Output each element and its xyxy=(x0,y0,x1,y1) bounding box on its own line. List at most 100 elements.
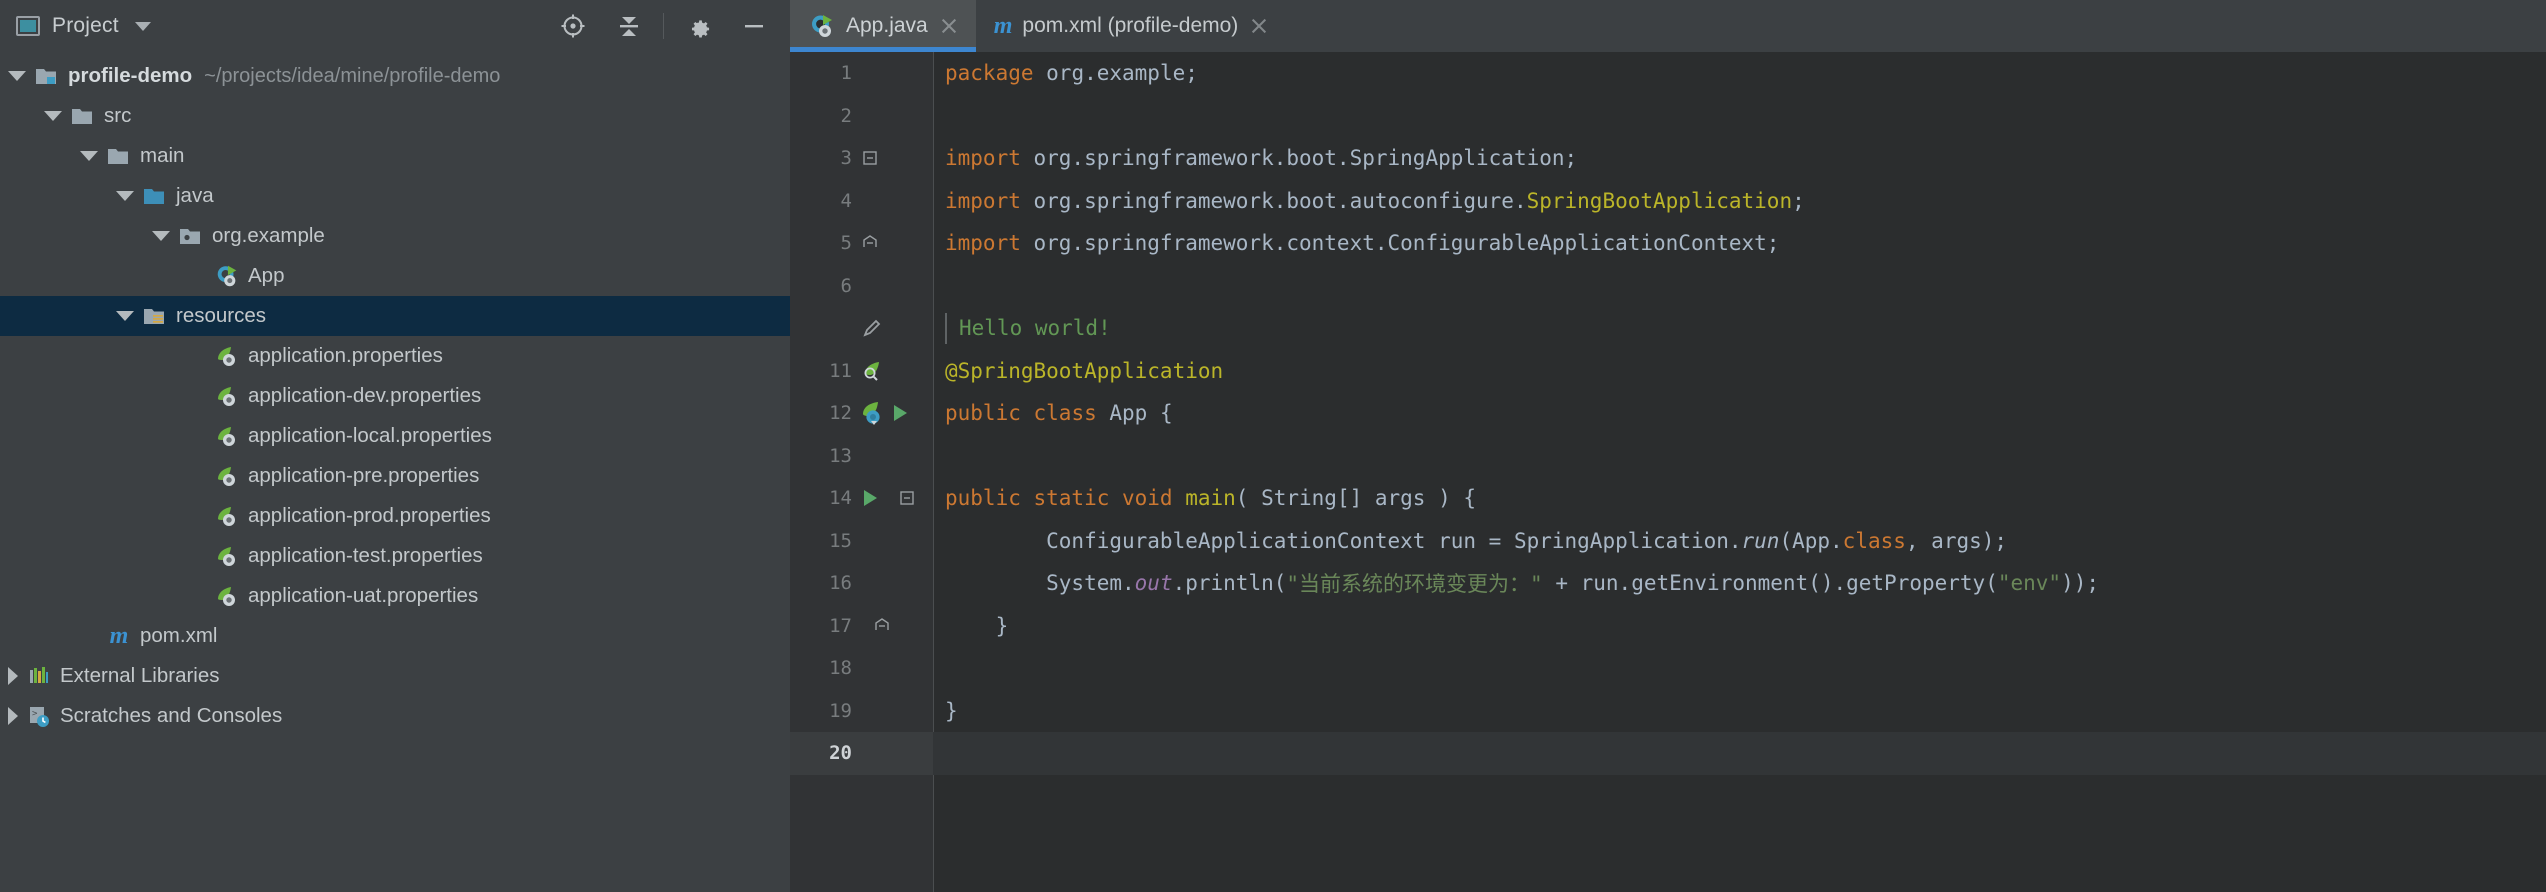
tree-row-external-libraries[interactable]: External Libraries xyxy=(0,656,790,696)
minimize-icon[interactable] xyxy=(726,0,782,52)
method-modifiers: public static void xyxy=(945,486,1186,511)
folded-javadoc-text: Hello world! xyxy=(959,316,1111,341)
libraries-icon xyxy=(30,667,48,683)
package-name: org.example; xyxy=(1033,61,1198,86)
tree-row-application-dev-properties[interactable]: application-dev.properties xyxy=(0,376,790,416)
tree-label: pom.xml xyxy=(140,624,218,647)
project-panel-title: Project xyxy=(52,14,119,37)
tree-row-src[interactable]: src xyxy=(0,96,790,136)
tree-label: application-dev.properties xyxy=(248,384,482,407)
closing-brace: } xyxy=(945,613,1009,638)
fold-region-start[interactable] xyxy=(860,146,880,170)
tree-row-profile-demo[interactable]: profile-demo ~/projects/idea/mine/profil… xyxy=(0,56,790,96)
line-number: 3 xyxy=(840,147,852,170)
code-text-area[interactable]: package org.example; import org.springfr… xyxy=(933,52,2546,892)
run-triangle-icon[interactable] xyxy=(890,402,910,424)
fold-collapse-icon[interactable] xyxy=(896,486,918,510)
tree-label: resources xyxy=(176,304,267,327)
code-line-folded-javadoc[interactable]: Hello world! xyxy=(933,307,2546,350)
tree-label: App xyxy=(248,264,285,287)
fold-region-end[interactable] xyxy=(872,614,892,638)
code-line-17: } xyxy=(933,605,2546,648)
import-path: org.springframework.boot.SpringApplicati… xyxy=(1020,146,1578,171)
tree-row-application-test-properties[interactable]: application-test.properties xyxy=(0,536,790,576)
minimize-icon-svg xyxy=(745,25,763,28)
editor-tab-bar: App.java m pom.xml (profile-demo) xyxy=(790,0,2546,52)
line-number: 13 xyxy=(829,444,852,467)
code-line-1: package org.example; xyxy=(933,52,2546,95)
annotation-springbootapplication: @SpringBootApplication xyxy=(945,358,1224,383)
gutter-line: 1 xyxy=(790,52,933,95)
line-number: 4 xyxy=(840,189,852,212)
body-row: profile-demo ~/projects/idea/mine/profil… xyxy=(0,52,2546,892)
locate-icon[interactable] xyxy=(545,0,601,52)
class-name: App { xyxy=(1096,401,1173,426)
chevron-expanded-icon[interactable] xyxy=(44,111,62,121)
maven-m-icon: m xyxy=(109,623,129,649)
tree-label: main xyxy=(140,144,185,167)
scratches-icon: > xyxy=(30,707,49,727)
tree-row-java[interactable]: java xyxy=(0,176,790,216)
project-panel-header: Project xyxy=(0,0,790,52)
code-editor[interactable]: 1 2 3 4 5 6 11 12 13 14 15 16 17 18 19 2… xyxy=(790,52,2546,892)
gutter-icons[interactable] xyxy=(860,486,918,510)
tree-row-application-pre-properties[interactable]: application-pre.properties xyxy=(0,456,790,496)
chevron-expanded-icon[interactable] xyxy=(152,231,170,241)
chevron-expanded-icon[interactable] xyxy=(116,311,134,321)
chevron-down-icon[interactable] xyxy=(134,21,151,31)
chevron-collapsed-icon[interactable] xyxy=(8,707,18,725)
tab-app-java[interactable]: App.java xyxy=(790,0,976,52)
line-number: 17 xyxy=(829,614,852,637)
pencil-icon-wrap[interactable] xyxy=(860,316,884,340)
code-line-16: System. out .println("当前系统的环境变更为：" + run.g… xyxy=(933,562,2546,605)
chevron-expanded-icon[interactable] xyxy=(116,191,134,201)
gutter-line: 13 xyxy=(790,435,933,478)
chevron-collapsed-icon[interactable] xyxy=(8,667,18,685)
module-folder-icon xyxy=(36,69,56,84)
close-icon[interactable] xyxy=(1248,15,1270,37)
gear-icon[interactable] xyxy=(670,0,726,52)
gutter-icons[interactable] xyxy=(860,358,886,384)
tree-label: Scratches and Consoles xyxy=(60,704,283,727)
code-line-5: import org.springframework.context.Confi… xyxy=(933,222,2546,265)
close-icon[interactable] xyxy=(938,15,960,37)
line-number: 2 xyxy=(840,104,852,127)
chevron-expanded-icon[interactable] xyxy=(80,151,98,161)
project-title-group[interactable]: Project xyxy=(16,14,151,38)
collapse-all-icon[interactable] xyxy=(601,0,657,52)
javadoc-fold-bar xyxy=(945,313,947,344)
project-tree[interactable]: profile-demo ~/projects/idea/mine/profil… xyxy=(0,52,790,892)
tree-row-main[interactable]: main xyxy=(0,136,790,176)
tree-row-application-uat-properties[interactable]: application-uat.properties xyxy=(0,576,790,616)
semicolon: ; xyxy=(1792,188,1805,213)
kw-class-literal: class xyxy=(1842,528,1906,553)
tree-row-application-prod-properties[interactable]: application-prod.properties xyxy=(0,496,790,536)
println-head: System. xyxy=(945,571,1135,596)
editor-gutter[interactable]: 1 2 3 4 5 6 11 12 13 14 15 16 17 18 19 2… xyxy=(790,52,933,892)
tree-row-resources[interactable]: resources xyxy=(0,296,790,336)
line-number: 19 xyxy=(829,699,852,722)
spring-properties-icon xyxy=(218,427,235,446)
pencil-icon xyxy=(863,319,881,337)
static-method-run: run xyxy=(1741,528,1780,553)
gutter-line: 5 xyxy=(790,222,933,265)
line-number: 12 xyxy=(829,402,852,425)
fold-region-end[interactable] xyxy=(860,231,880,255)
chevron-expanded-icon[interactable] xyxy=(8,71,26,81)
tree-label: External Libraries xyxy=(60,664,220,687)
tree-row-application-properties[interactable]: application.properties xyxy=(0,336,790,376)
println-tail: )); xyxy=(2061,571,2099,596)
gutter-line: 2 xyxy=(790,95,933,138)
tree-row-pom-xml[interactable]: m pom.xml xyxy=(0,616,790,656)
gutter-icons[interactable] xyxy=(860,400,910,426)
run-triangle-icon[interactable] xyxy=(860,487,880,509)
tree-row-app[interactable]: App xyxy=(0,256,790,296)
tree-row-application-local-properties[interactable]: application-local.properties xyxy=(0,416,790,456)
tree-row-org-example[interactable]: org.example xyxy=(0,216,790,256)
tab-pom-xml[interactable]: m pom.xml (profile-demo) xyxy=(976,0,1287,52)
tree-row-scratches-and-consoles[interactable]: > Scratches and Consoles xyxy=(0,696,790,736)
fold-collapse-icon xyxy=(875,617,889,630)
